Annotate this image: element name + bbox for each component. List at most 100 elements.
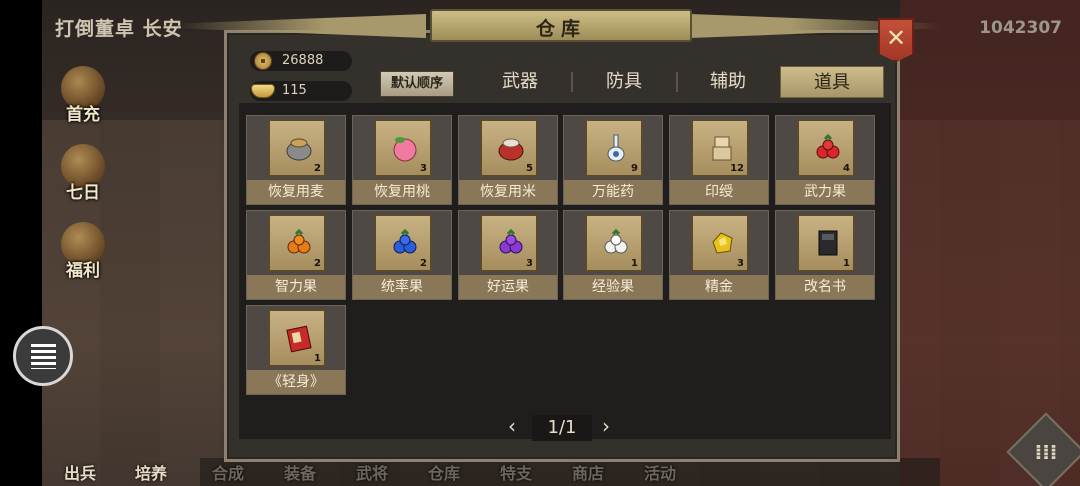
nav-warehouse[interactable]: 仓库 <box>428 460 460 484</box>
item-name: 改名书 <box>776 275 874 299</box>
item-frame: 2 <box>374 214 432 272</box>
item-slot[interactable]: 1 改名书 <box>775 210 875 300</box>
item-frame: 1 <box>797 214 855 272</box>
item-name: 《轻身》 <box>247 370 345 394</box>
item-name: 万能药 <box>564 180 662 204</box>
tab-weapons[interactable]: 武器 <box>468 66 572 98</box>
item-frame: 3 <box>480 214 538 272</box>
item-count: 1 <box>843 258 850 269</box>
tab-items[interactable]: 道具 <box>780 66 884 98</box>
item-count: 1 <box>314 353 321 364</box>
item-count: 3 <box>420 163 427 174</box>
item-name: 经验果 <box>564 275 662 299</box>
prev-page-button[interactable]: ‹ <box>508 414 516 438</box>
item-slot[interactable]: 12 印绶 <box>669 115 769 205</box>
item-name: 恢复用米 <box>459 180 557 204</box>
more-icon: ⁞⁞⁞ <box>1034 440 1058 464</box>
wall-texture <box>900 0 1080 486</box>
item-frame: 12 <box>691 119 749 177</box>
item-slot[interactable]: 2 智力果 <box>246 210 346 300</box>
welfare-label: 福利 <box>66 261 100 281</box>
rice-sack-icon <box>498 138 524 161</box>
medicine-vase-icon <box>607 134 625 162</box>
item-frame: 9 <box>585 119 643 177</box>
nav-special[interactable]: 特支 <box>500 460 532 484</box>
page-indicator: 1/1 <box>532 415 592 441</box>
item-count: 3 <box>737 258 744 269</box>
item-slot[interactable]: 1 经验果 <box>563 210 663 300</box>
seven-day-button[interactable]: 七日 <box>50 140 116 206</box>
item-name: 恢复用麦 <box>247 180 345 204</box>
item-frame: 3 <box>374 119 432 177</box>
item-count: 12 <box>730 163 744 174</box>
seal-icon <box>712 136 732 161</box>
item-count: 2 <box>314 163 321 174</box>
item-slot[interactable]: 1 《轻身》 <box>246 305 346 395</box>
item-name: 智力果 <box>247 275 345 299</box>
tab-armor[interactable]: 防具 <box>572 66 676 98</box>
nav-dispatch[interactable]: 出兵 <box>64 460 96 484</box>
nav-generals[interactable]: 武将 <box>356 460 388 484</box>
panel-title-plate: 仓库 <box>430 9 692 42</box>
purple-fruit-icon <box>499 228 523 254</box>
menu-icon <box>31 344 56 369</box>
nav-equip[interactable]: 装备 <box>284 460 316 484</box>
item-count: 1 <box>631 258 638 269</box>
gold-ingot-icon <box>251 84 275 98</box>
item-name: 恢复用桃 <box>353 180 451 204</box>
close-icon: ✕ <box>885 24 907 52</box>
item-slot[interactable]: 3 好运果 <box>458 210 558 300</box>
item-name: 统率果 <box>353 275 451 299</box>
item-slot[interactable]: 2 统率果 <box>352 210 452 300</box>
white-fruit-icon <box>604 228 628 254</box>
copper-coin-icon <box>254 52 272 70</box>
nav-event[interactable]: 活动 <box>644 460 676 484</box>
next-page-button[interactable]: › <box>602 414 610 438</box>
seven-day-label: 七日 <box>66 183 100 203</box>
item-name: 好运果 <box>459 275 557 299</box>
gold-value: 115 <box>282 83 307 98</box>
copper-value: 26888 <box>282 53 324 68</box>
item-name: 印绶 <box>670 180 768 204</box>
item-frame: 3 <box>691 214 749 272</box>
power-value: 1042307 <box>979 18 1062 38</box>
item-slot[interactable]: 9 万能药 <box>563 115 663 205</box>
nav-train[interactable]: 培养 <box>135 460 167 484</box>
close-button[interactable]: ✕ <box>878 18 914 62</box>
item-slot[interactable]: 4 武力果 <box>775 115 875 205</box>
left-letterbox <box>0 0 42 486</box>
item-name: 武力果 <box>776 180 874 204</box>
item-count: 2 <box>314 258 321 269</box>
nav-shop[interactable]: 商店 <box>572 460 604 484</box>
first-recharge-label: 首充 <box>66 105 100 125</box>
welfare-button[interactable]: 福利 <box>50 218 116 284</box>
item-frame: 5 <box>480 119 538 177</box>
item-slot[interactable]: 5 恢复用米 <box>458 115 558 205</box>
item-name: 精金 <box>670 275 768 299</box>
item-frame: 4 <box>797 119 855 177</box>
grain-sack-icon <box>286 138 312 161</box>
black-book-icon <box>818 230 838 256</box>
blue-fruit-icon <box>393 228 417 254</box>
gold-nugget-icon <box>712 232 733 254</box>
item-count: 9 <box>631 163 638 174</box>
item-slot[interactable]: 3 恢复用桃 <box>352 115 452 205</box>
peach-icon <box>393 137 417 162</box>
item-frame: 1 <box>268 309 326 367</box>
item-count: 5 <box>526 163 533 174</box>
nav-craft[interactable]: 合成 <box>212 460 244 484</box>
orange-fruit-icon <box>287 228 311 254</box>
item-slot[interactable]: 3 精金 <box>669 210 769 300</box>
red-fruit-icon <box>816 133 840 159</box>
red-book-icon <box>286 325 312 353</box>
item-frame: 1 <box>585 214 643 272</box>
menu-button[interactable] <box>13 326 73 386</box>
item-slot[interactable]: 2 恢复用麦 <box>246 115 346 205</box>
quest-title[interactable]: 打倒董卓 长安 <box>55 14 183 41</box>
tab-accessory[interactable]: 辅助 <box>676 66 780 98</box>
gold-display: 115 <box>250 81 352 101</box>
item-count: 4 <box>843 163 850 174</box>
copper-display: 26888 <box>250 51 352 71</box>
sort-button[interactable]: 默认顺序 <box>380 71 454 97</box>
first-recharge-button[interactable]: 首充 <box>50 62 116 128</box>
